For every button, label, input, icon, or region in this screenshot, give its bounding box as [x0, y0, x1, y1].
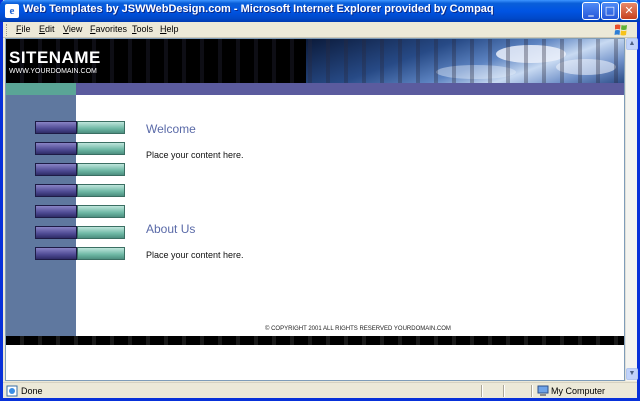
nav-button-1[interactable] — [35, 121, 125, 134]
nav-button-6[interactable] — [35, 226, 125, 239]
nav-strip-accent — [6, 83, 76, 95]
nav-button-7[interactable] — [35, 247, 125, 260]
site-url: WWW.YOURDOMAIN.COM — [9, 68, 97, 75]
footer-bar — [6, 336, 624, 345]
nav-button-4[interactable] — [35, 184, 125, 197]
menu-help[interactable]: Help — [160, 24, 179, 34]
nav-strip — [6, 83, 624, 95]
close-button[interactable]: ✕ — [620, 2, 638, 20]
title-bar[interactable]: e Web Templates by JSWWebDesign.com - Mi… — [0, 0, 640, 22]
windows-logo-icon — [614, 24, 627, 36]
menu-edit[interactable]: Edit — [39, 24, 55, 34]
ie-icon: e — [5, 4, 19, 18]
browser-window: e Web Templates by JSWWebDesign.com - Mi… — [0, 0, 640, 401]
menu-file[interactable]: File — [16, 24, 31, 34]
nav-button-2[interactable] — [35, 142, 125, 155]
section-title-welcome: Welcome — [146, 122, 196, 136]
footer-copyright: © COPYRIGHT 2001 ALL RIGHTS RESERVED YOU… — [265, 326, 451, 332]
nav-button-3[interactable] — [35, 163, 125, 176]
section-body-about: Place your content here. — [146, 250, 244, 260]
menu-view[interactable]: View — [63, 24, 82, 34]
status-bar: Done My Computer — [3, 382, 637, 398]
minimize-button[interactable]: _ — [582, 2, 600, 20]
section-body-welcome: Place your content here. — [146, 150, 244, 160]
status-separator — [531, 385, 533, 397]
page-viewport[interactable]: SITENAME WWW.YOURDOMAIN.COM Welcome Plac… — [5, 38, 625, 381]
window-title: Web Templates by JSWWebDesign.com - Micr… — [23, 3, 494, 15]
vertical-scrollbar[interactable]: ▲ ▼ — [625, 38, 638, 381]
scroll-down-button[interactable]: ▼ — [626, 368, 638, 380]
menu-favorites[interactable]: Favorites — [90, 24, 127, 34]
page-done-icon — [6, 385, 18, 397]
nav-button-5[interactable] — [35, 205, 125, 218]
status-separator — [503, 385, 505, 397]
site-header: SITENAME WWW.YOURDOMAIN.COM — [6, 39, 624, 83]
security-zone: My Computer — [551, 386, 606, 396]
my-computer-icon — [537, 385, 549, 396]
site-name: SITENAME — [9, 48, 101, 67]
menu-tools[interactable]: Tools — [132, 24, 153, 34]
maximize-button[interactable]: □ — [601, 2, 619, 20]
section-title-about: About Us — [146, 222, 196, 236]
scroll-up-button[interactable]: ▲ — [626, 38, 638, 50]
status-text: Done — [21, 386, 43, 396]
status-separator — [481, 385, 483, 397]
toolbar-grip[interactable] — [6, 24, 9, 36]
menu-bar: File Edit View Favorites Tools Help — [3, 22, 637, 38]
